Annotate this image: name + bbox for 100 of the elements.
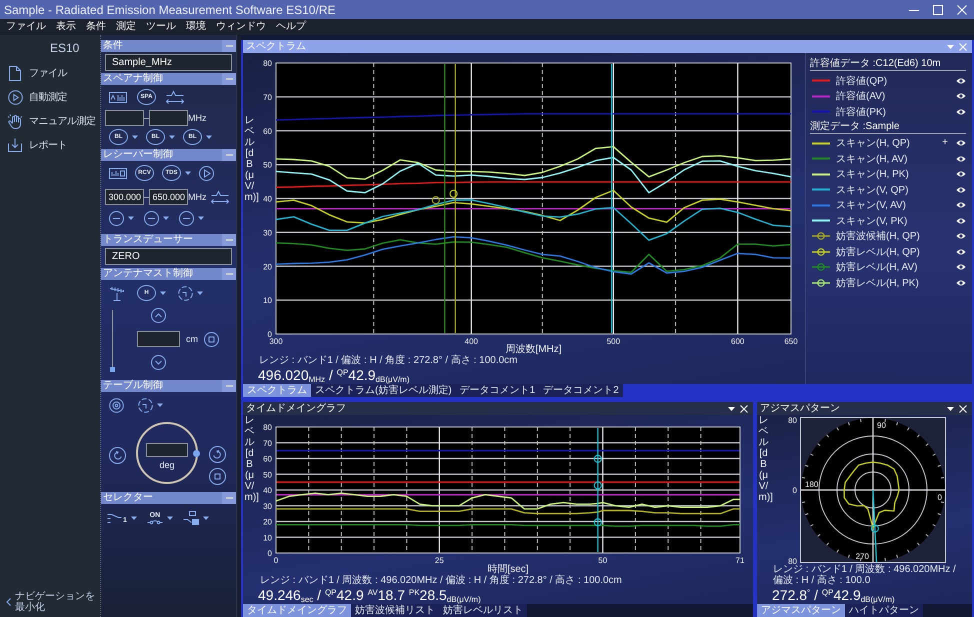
transducer-field[interactable]: ZERO [105,248,232,265]
eye-icon[interactable] [956,278,966,287]
section-title: トランスデューサー [102,234,193,246]
caret-icon[interactable] [198,216,204,220]
eye-icon[interactable] [956,263,966,272]
eye-icon[interactable] [956,201,966,210]
eye-icon[interactable] [956,108,966,116]
pane-title: スペクトラム [246,40,306,52]
cursor-line[interactable] [872,490,878,562]
wave-arrow-icon[interactable] [210,190,228,204]
height-slider[interactable] [110,310,115,372]
eye-icon[interactable] [956,154,966,163]
tab[interactable]: 妨害波候補リスト [351,604,439,617]
collapse-button[interactable] [222,40,236,52]
tab[interactable]: 妨害レベルリスト [439,604,527,617]
minus-icon [226,45,232,47]
minus-button[interactable] [109,210,124,226]
wave-arrow-icon[interactable] [166,90,184,104]
minus-button[interactable] [144,210,159,226]
collapse-button[interactable] [222,73,236,85]
collapse-button[interactable] [222,268,236,280]
caret-icon[interactable] [169,135,175,139]
antenna-icon[interactable] [109,286,125,300]
caret-icon[interactable] [728,406,735,410]
collapse-button[interactable] [222,234,236,246]
menu-item[interactable]: ウィンドウ [211,19,271,35]
angle-dial[interactable]: deg [136,422,198,484]
section-title: レシーバー制御 [102,149,173,161]
nav-item[interactable]: レポート [0,133,100,157]
menu-item[interactable]: 表示 [51,19,81,35]
axis-tick-label: 400 [464,337,478,346]
nav-item[interactable]: ファイル [0,61,100,85]
menu-item[interactable]: 環境 [181,19,211,35]
eye-icon[interactable] [956,92,966,100]
collapse-navigation-button[interactable]: ナビゲーションを最小化 [0,591,100,617]
stop-button[interactable] [209,468,226,484]
menu-item[interactable]: 測定 [111,19,141,35]
eye-icon[interactable] [956,216,966,225]
status-readout: レンジ : バンド1 / 周波数 : 496.020MHz / 偏波 : H / 高さ : 100.0 [772,564,957,586]
caret-icon[interactable] [157,403,163,407]
eye-icon[interactable] [956,139,966,148]
axis-tick-label: 0 [792,486,797,495]
caret-icon[interactable] [206,135,212,139]
dial-icon[interactable] [138,398,153,412]
menu-item[interactable]: ツール [141,19,181,35]
eye-icon[interactable] [956,76,966,85]
caret-icon[interactable] [128,216,134,220]
close-icon[interactable] [959,404,967,412]
down-button[interactable] [151,355,166,370]
dial-icon[interactable] [178,286,193,300]
eye-icon[interactable] [956,170,966,178]
eye-icon[interactable] [956,232,966,240]
eye-icon[interactable] [956,248,966,256]
selector-button[interactable] [182,511,199,525]
play-button[interactable] [199,166,214,180]
eye-icon[interactable] [956,186,966,194]
caret-icon[interactable] [132,135,138,139]
minus-button[interactable] [179,210,194,226]
stop-field[interactable]: 650.000 [149,189,188,205]
tab[interactable]: データコメント2 [539,384,623,397]
collapse-button[interactable] [222,149,236,161]
menu-item[interactable]: ヘルプ [271,19,311,35]
nav-item[interactable]: マニュアル測定 [0,109,100,133]
close-icon[interactable] [740,404,748,412]
target-icon[interactable] [109,398,124,412]
legend-label: 妨害レベル(H, QP) [836,246,921,259]
scrollbar[interactable] [236,35,241,617]
start-field[interactable]: 300.000 [105,189,144,205]
axis-tick-label: 300 [269,337,283,346]
tab[interactable]: ハイトパターン [845,604,923,617]
meter-icon[interactable] [109,168,127,178]
dial-knob[interactable] [193,450,200,457]
display-icon[interactable] [109,92,127,102]
caret-icon[interactable] [166,516,173,520]
legend-label: 妨害レベル(H, PK) [836,276,920,290]
stop-field[interactable] [149,110,188,126]
menu-item[interactable]: ファイル [1,19,51,35]
collapse-button[interactable] [222,492,236,504]
caret-icon[interactable] [197,291,203,295]
caret-icon[interactable] [202,516,209,520]
stop-button[interactable] [204,332,219,346]
height-field[interactable] [137,331,180,347]
caret-icon[interactable] [163,216,169,220]
up-button[interactable] [151,308,166,323]
menu-item[interactable]: 条件 [81,19,111,35]
start-field[interactable] [105,110,144,126]
condition-field[interactable]: Sample_MHz [105,54,232,71]
angle-field[interactable] [146,442,188,456]
collapse-button[interactable] [222,380,236,392]
slider-thumb[interactable] [110,367,115,372]
caret-icon[interactable] [947,406,954,410]
tab[interactable]: スペクトラム(妨害レベル測定) [311,384,456,397]
tab[interactable]: データコメント1 [456,384,540,397]
caret-icon[interactable] [130,516,137,520]
caret-icon[interactable] [160,291,166,295]
rotate-right-button[interactable] [209,446,226,462]
axis-tick-label: 0 [274,556,278,565]
rotate-left-button[interactable] [109,446,126,464]
caret-icon[interactable] [185,171,191,175]
nav-item[interactable]: 自動測定 [0,85,100,109]
